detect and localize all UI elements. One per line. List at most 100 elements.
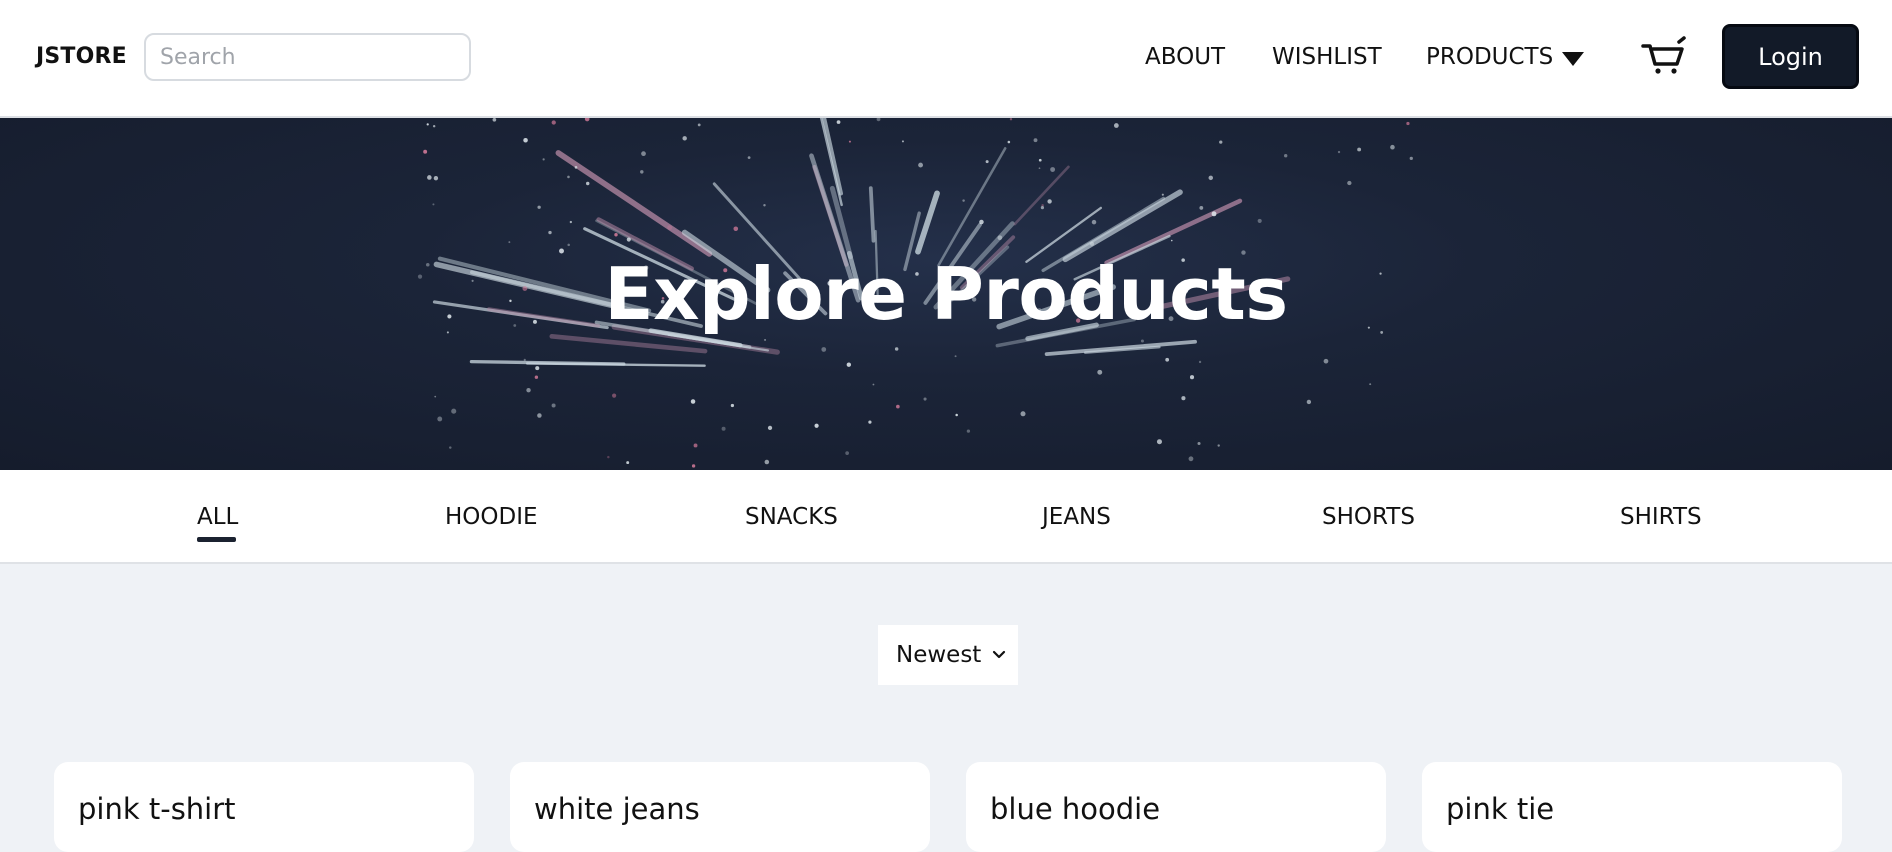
firework-spark xyxy=(449,446,452,449)
firework-streak xyxy=(915,190,940,255)
product-name: pink t-shirt xyxy=(78,792,236,826)
category-tabs: ALL HOODIE SNACKS JEANS SHORTS SHIRTS xyxy=(0,470,1892,564)
firework-streak xyxy=(822,118,844,196)
product-card[interactable]: blue hoodie xyxy=(966,762,1386,852)
firework-spark xyxy=(1170,239,1173,242)
firework-spark xyxy=(1199,206,1204,210)
firework-spark xyxy=(523,358,526,362)
product-card[interactable]: pink t-shirt xyxy=(54,762,474,852)
firework-spark xyxy=(1033,138,1038,143)
firework-streak xyxy=(1044,339,1197,356)
firework-spark xyxy=(626,237,631,242)
firework-streak xyxy=(868,186,876,243)
tab-shorts[interactable]: SHORTS xyxy=(1322,504,1415,530)
firework-spark xyxy=(1020,411,1026,417)
firework-spark xyxy=(1369,383,1372,386)
firework-spark xyxy=(1406,121,1410,126)
firework-streak xyxy=(1062,189,1183,263)
product-card[interactable]: pink tie xyxy=(1422,762,1842,852)
firework-spark xyxy=(437,416,443,422)
firework-spark xyxy=(534,375,539,379)
firework-spark xyxy=(432,125,436,128)
firework-spark xyxy=(1217,444,1220,447)
firework-spark xyxy=(966,429,971,433)
firework-spark xyxy=(1306,399,1312,405)
firework-spark xyxy=(764,459,770,465)
firework-spark xyxy=(868,420,872,424)
nav-about-link[interactable]: ABOUT xyxy=(1145,44,1225,70)
firework-spark xyxy=(721,426,726,431)
firework-spark xyxy=(690,399,696,404)
firework-spark xyxy=(876,118,881,122)
search-input[interactable] xyxy=(144,33,471,81)
tab-hoodie[interactable]: HOODIE xyxy=(445,504,538,530)
firework-spark xyxy=(836,120,841,124)
firework-spark xyxy=(1211,211,1217,217)
firework-spark xyxy=(763,204,766,207)
tab-shirts[interactable]: SHIRTS xyxy=(1620,504,1702,530)
firework-spark xyxy=(1323,358,1329,364)
firework-spark xyxy=(1007,140,1011,144)
firework-spark xyxy=(693,443,698,448)
firework-spark xyxy=(1038,167,1041,170)
firework-spark xyxy=(537,413,542,418)
firework-spark xyxy=(451,408,457,414)
tab-all[interactable]: ALL xyxy=(197,504,238,530)
firework-spark xyxy=(427,175,432,180)
firework-spark xyxy=(537,205,541,209)
firework-spark xyxy=(548,230,552,235)
firework-spark xyxy=(612,393,617,398)
sort-select[interactable]: Newest xyxy=(878,625,1018,685)
firework-spark xyxy=(901,140,904,143)
firework-spark xyxy=(586,181,590,186)
firework-spark xyxy=(508,241,511,244)
firework-spark xyxy=(426,123,429,126)
firework-spark xyxy=(1040,205,1045,210)
login-button[interactable]: Login xyxy=(1722,24,1859,89)
firework-spark xyxy=(1347,180,1352,186)
firework-spark xyxy=(896,404,900,409)
firework-spark xyxy=(1047,199,1052,204)
firework-spark xyxy=(1357,147,1362,152)
firework-spark xyxy=(667,225,673,231)
nav-wishlist-link[interactable]: WISHLIST xyxy=(1272,44,1382,70)
firework-spark xyxy=(433,175,439,181)
firework-spark xyxy=(567,243,570,247)
firework-spark xyxy=(954,355,957,358)
firework-streak xyxy=(469,359,626,366)
firework-spark xyxy=(733,226,739,232)
firework-spark xyxy=(1140,339,1144,343)
firework-spark xyxy=(997,235,1003,241)
firework-spark xyxy=(626,461,630,465)
firework-spark xyxy=(1337,150,1341,154)
firework-spark xyxy=(1097,369,1103,375)
tab-snacks[interactable]: SNACKS xyxy=(745,504,838,530)
firework-spark xyxy=(1165,357,1170,362)
product-card[interactable]: white jeans xyxy=(510,762,930,852)
product-name: white jeans xyxy=(534,792,700,826)
firework-spark xyxy=(1161,193,1164,196)
firework-spark xyxy=(985,160,989,164)
firework-spark xyxy=(1208,175,1214,181)
firework-spark xyxy=(979,219,984,225)
firework-spark xyxy=(492,118,497,122)
firework-spark xyxy=(1198,360,1202,364)
caret-down-icon[interactable] xyxy=(1562,52,1584,66)
firework-spark xyxy=(918,162,923,168)
firework-spark xyxy=(1409,156,1413,160)
firework-spark xyxy=(691,464,696,468)
firework-spark xyxy=(767,425,773,431)
firework-spark xyxy=(641,151,646,157)
firework-spark xyxy=(1091,219,1097,225)
firework-spark xyxy=(1038,158,1042,162)
nav-products-dropdown[interactable]: PRODUCTS xyxy=(1426,44,1553,70)
tab-jeans[interactable]: JEANS xyxy=(1042,504,1111,530)
firework-spark xyxy=(432,203,435,206)
firework-spark xyxy=(1390,144,1395,150)
firework-spark xyxy=(640,170,644,174)
cart-icon[interactable] xyxy=(1641,36,1687,76)
sort-selected-value: Newest xyxy=(896,642,982,668)
firework-spark xyxy=(1009,118,1013,121)
firework-spark xyxy=(1050,167,1056,172)
brand-logo[interactable]: JSTORE xyxy=(36,44,127,69)
